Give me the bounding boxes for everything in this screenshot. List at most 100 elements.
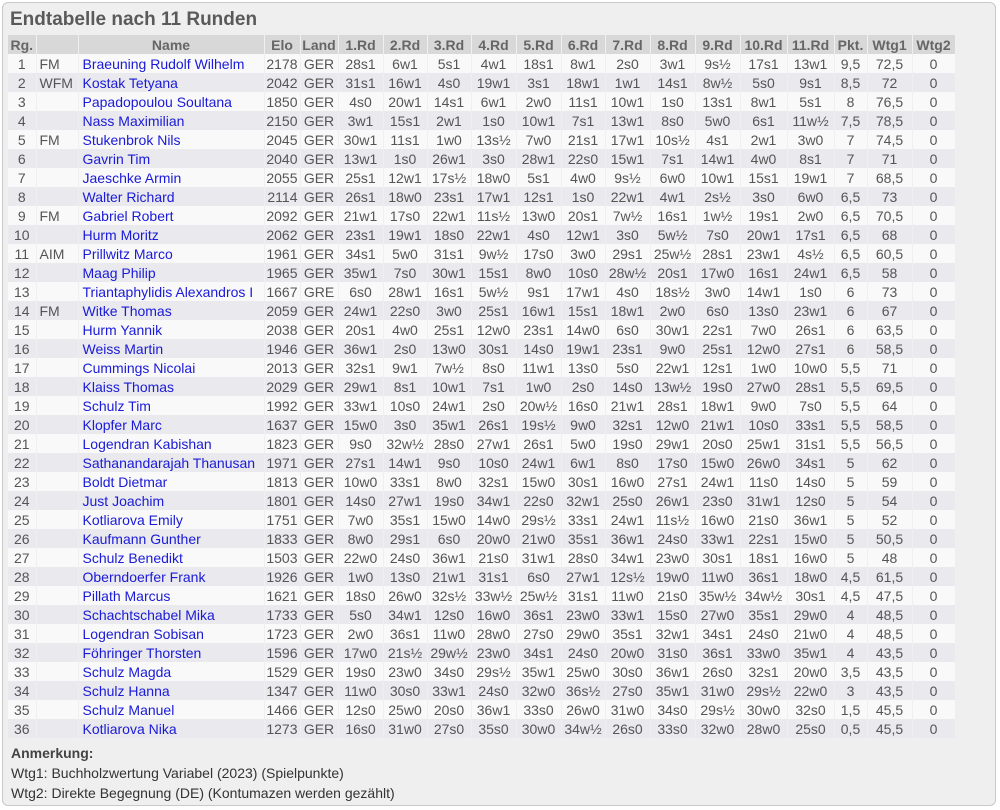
player-name-link[interactable]: Papadopoulou Soultana xyxy=(78,92,264,111)
cell-round-4: 34w1 xyxy=(471,491,516,510)
player-name-link[interactable]: Schulz Manuel xyxy=(78,700,264,719)
cell-title xyxy=(36,263,78,282)
cell-round-11: 13w1 xyxy=(787,54,834,73)
cell-round-9: 21w1 xyxy=(695,415,740,434)
cell-wtg1: 54 xyxy=(867,491,912,510)
cell-points: 1,5 xyxy=(834,700,867,719)
player-name-link[interactable]: Cummings Nicolai xyxy=(78,358,264,377)
cell-round-1: 3w1 xyxy=(338,111,383,130)
player-name-link[interactable]: Stukenbrok Nils xyxy=(78,130,264,149)
player-name-link[interactable]: Gavrin Tim xyxy=(78,149,264,168)
cell-title xyxy=(36,472,78,491)
cell-round-6: 2s0 xyxy=(561,377,605,396)
player-name-link[interactable]: Gabriel Robert xyxy=(78,206,264,225)
cell-round-6: 26w0 xyxy=(561,700,605,719)
player-name-link[interactable]: Schulz Magda xyxy=(78,662,264,681)
cell-rank: 33 xyxy=(8,662,36,681)
player-name-link[interactable]: Hurm Yannik xyxy=(78,320,264,339)
cell-round-6: 29w0 xyxy=(561,624,605,643)
cell-round-9: 27w0 xyxy=(695,605,740,624)
cell-title xyxy=(36,434,78,453)
player-name-link[interactable]: Kaufmann Gunther xyxy=(78,529,264,548)
cell-country: GER xyxy=(300,396,338,415)
table-row: 3 Papadopoulou Soultana 1850 GER 4s0 20w1 14s1… xyxy=(8,92,955,111)
player-name-link[interactable]: Walter Richard xyxy=(78,187,264,206)
player-name-link[interactable]: Klaiss Thomas xyxy=(78,377,264,396)
cell-wtg2: 0 xyxy=(912,282,955,301)
cell-points: 4,5 xyxy=(834,586,867,605)
player-name-link[interactable]: Prillwitz Marco xyxy=(78,244,264,263)
player-name-link[interactable]: Schulz Tim xyxy=(78,396,264,415)
cell-round-6: 4w0 xyxy=(561,168,605,187)
cell-round-1: 17w0 xyxy=(338,643,383,662)
player-name-link[interactable]: Boldt Dietmar xyxy=(78,472,264,491)
cell-round-11: 26s1 xyxy=(787,320,834,339)
player-name-link[interactable]: Schachtschabel Mika xyxy=(78,605,264,624)
cell-wtg1: 48,5 xyxy=(867,605,912,624)
cell-title xyxy=(36,548,78,567)
player-name-link[interactable]: Logendran Sobisan xyxy=(78,624,264,643)
cell-wtg2: 0 xyxy=(912,111,955,130)
cell-country: GER xyxy=(300,358,338,377)
player-name-link[interactable]: Weiss Martin xyxy=(78,339,264,358)
player-name-link[interactable]: Jaeschke Armin xyxy=(78,168,264,187)
cell-round-4: 8s0 xyxy=(471,358,516,377)
cell-round-8: 19w0 xyxy=(650,567,695,586)
player-name-link[interactable]: Braeuning Rudolf Wilhelm xyxy=(78,54,264,73)
cell-wtg1: 70,5 xyxy=(867,206,912,225)
cell-round-6: 13s0 xyxy=(561,358,605,377)
player-name-link[interactable]: Schulz Hanna xyxy=(78,681,264,700)
cell-round-6: 28s0 xyxy=(561,548,605,567)
cell-round-6: 33s1 xyxy=(561,510,605,529)
player-name-link[interactable]: Triantaphylidis Alexandros I xyxy=(78,282,264,301)
player-name-link[interactable]: Nass Maximilian xyxy=(78,111,264,130)
player-name-link[interactable]: Just Joachim xyxy=(78,491,264,510)
cell-round-5: 34s1 xyxy=(516,643,561,662)
player-name-link[interactable]: Föhringer Thorsten xyxy=(78,643,264,662)
cell-wtg2: 0 xyxy=(912,54,955,73)
cell-round-4: 13s½ xyxy=(471,130,516,149)
cell-title xyxy=(36,719,78,738)
cell-round-6: 25w0 xyxy=(561,662,605,681)
player-name-link[interactable]: Logendran Kabishan xyxy=(78,434,264,453)
cell-round-4: 2s0 xyxy=(471,396,516,415)
cell-round-6: 24s0 xyxy=(561,643,605,662)
cell-round-9: 9s½ xyxy=(695,54,740,73)
cell-wtg2: 0 xyxy=(912,662,955,681)
player-name-link[interactable]: Kotliarova Nika xyxy=(78,719,264,738)
cell-wtg2: 0 xyxy=(912,453,955,472)
cell-round-9: 31w0 xyxy=(695,681,740,700)
table-row: 34 Schulz Hanna 1347 GER 11w0 30s0 33w1 24s0 32w… xyxy=(8,681,955,700)
player-name-link[interactable]: Klopfer Marc xyxy=(78,415,264,434)
cell-round-11: 17s1 xyxy=(787,225,834,244)
column-header-round-1: 1.Rd xyxy=(338,35,384,54)
cell-elo: 1926 xyxy=(264,567,300,586)
player-name-link[interactable]: Sathanandarajah Thanusan xyxy=(78,453,264,472)
cell-rank: 2 xyxy=(8,73,36,92)
cell-round-2: 34w1 xyxy=(383,605,427,624)
cell-title: AIM xyxy=(36,244,78,263)
cell-rank: 8 xyxy=(8,187,36,206)
table-body: 1 FM Braeuning Rudolf Wilhelm 2178 GER 28s1 6w… xyxy=(8,54,955,738)
player-name-link[interactable]: Kostak Tetyana xyxy=(78,73,264,92)
player-name-link[interactable]: Kotliarova Emily xyxy=(78,510,264,529)
player-name-link[interactable]: Oberndoerfer Frank xyxy=(78,567,264,586)
player-name-link[interactable]: Hurm Moritz xyxy=(78,225,264,244)
cell-rank: 1 xyxy=(8,54,36,73)
cell-country: GER xyxy=(300,529,338,548)
table-row: 26 Kaufmann Gunther 1833 GER 8w0 29s1 6s0 20w0 2… xyxy=(8,529,955,548)
cell-round-5: 32w0 xyxy=(516,681,561,700)
cell-wtg1: 43,5 xyxy=(867,662,912,681)
cell-round-4: 3s0 xyxy=(471,149,516,168)
cell-round-5: 10w1 xyxy=(516,111,561,130)
player-name-link[interactable]: Maag Philip xyxy=(78,263,264,282)
cell-round-2: 23w0 xyxy=(383,662,427,681)
cell-round-3: 32s½ xyxy=(427,586,471,605)
player-name-link[interactable]: Witke Thomas xyxy=(78,301,264,320)
cell-title xyxy=(36,92,78,111)
player-name-link[interactable]: Schulz Benedikt xyxy=(78,548,264,567)
table-row: 24 Just Joachim 1801 GER 14s0 27w1 19s0 34w1 22s… xyxy=(8,491,955,510)
cell-rank: 7 xyxy=(8,168,36,187)
player-name-link[interactable]: Pillath Marcus xyxy=(78,586,264,605)
cell-country: GER xyxy=(300,567,338,586)
